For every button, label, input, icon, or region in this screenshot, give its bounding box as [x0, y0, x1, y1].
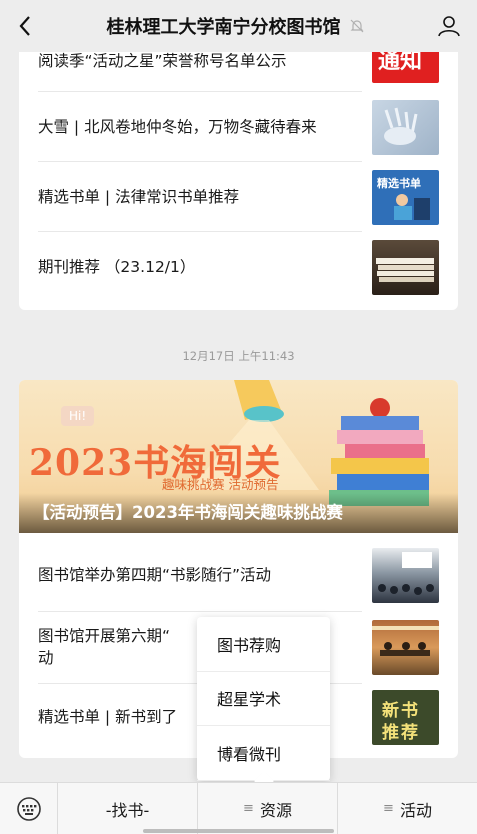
divider	[38, 231, 362, 232]
top-nav-bar: 桂林理工大学南宁分校图书馆	[0, 0, 477, 52]
booklist-thumbnail: 精选书单	[372, 169, 439, 225]
resource-popup-menu: 图书荐购 超星学术 博看微刊	[197, 617, 330, 791]
hamburger-icon: ≡	[243, 801, 254, 816]
article-row[interactable]: 期刊推荐 （23.12/1）	[38, 238, 439, 296]
home-indicator	[143, 829, 334, 833]
profile-button[interactable]	[421, 0, 477, 52]
menu-activities[interactable]: ≡ 活动	[338, 783, 477, 834]
featured-banner[interactable]: Hi! 2023书海闯关 趣味挑战赛 活动预告 【活动预告】2023年书海闯关趣…	[19, 380, 458, 533]
article-title: 期刊推荐 （23.12/1）	[38, 258, 196, 276]
bottom-menu-bar: -找书- ≡ 资源 ≡ 活动	[0, 782, 477, 834]
divider	[38, 611, 362, 612]
menu-item-book-recommend[interactable]: 图书荐购	[197, 617, 330, 672]
library-photo-thumbnail	[372, 619, 439, 675]
person-icon	[438, 16, 460, 37]
keyboard-icon	[16, 796, 41, 821]
article-title: 精选书单 | 法律常识书单推荐	[38, 188, 240, 206]
divider	[38, 91, 362, 92]
banner-caption: 【活动预告】2023年书海闯关趣味挑战赛	[33, 503, 343, 522]
back-button[interactable]	[0, 0, 50, 52]
divider	[38, 161, 362, 162]
keyboard-toggle-button[interactable]	[0, 783, 58, 834]
article-title: 大雪 | 北风卷地仲冬始，万物冬藏待春来	[38, 118, 317, 136]
article-title: 图书馆举办第四期“书影随行”活动	[38, 566, 272, 584]
menu-find-book[interactable]: -找书-	[58, 783, 198, 834]
hamburger-icon: ≡	[383, 801, 394, 816]
bell-muted-icon	[349, 18, 365, 34]
page-title: 桂林理工大学南宁分校图书馆	[106, 17, 341, 38]
magazine-thumbnail	[372, 239, 439, 295]
chevron-left-icon	[19, 16, 30, 36]
article-row[interactable]: 图书馆举办第四期“书影随行”活动	[38, 546, 439, 604]
article-card: 阅读季“活动之星”荣誉称号名单公示 通知 大雪 | 北风卷地仲冬始，万物冬藏待春…	[19, 40, 458, 310]
menu-resources[interactable]: ≡ 资源	[198, 783, 338, 834]
new-books-thumbnail: 新书 推荐	[372, 689, 439, 745]
article-row[interactable]: 精选书单 | 法律常识书单推荐 精选书单	[38, 168, 439, 226]
message-timestamp: 12月17日 上午11:43	[182, 349, 295, 363]
event-photo-thumbnail	[372, 547, 439, 603]
banner-hi-tag: Hi!	[61, 406, 95, 426]
article-title: 阅读季“活动之星”荣誉称号名单公示	[38, 52, 287, 70]
banner-subtitle: 趣味挑战赛 活动预告	[162, 477, 279, 492]
menu-item-chaoxing[interactable]: 超星学术	[197, 672, 330, 727]
snow-thumbnail	[372, 99, 439, 155]
article-row[interactable]: 大雪 | 北风卷地仲冬始，万物冬藏待春来	[38, 98, 439, 156]
